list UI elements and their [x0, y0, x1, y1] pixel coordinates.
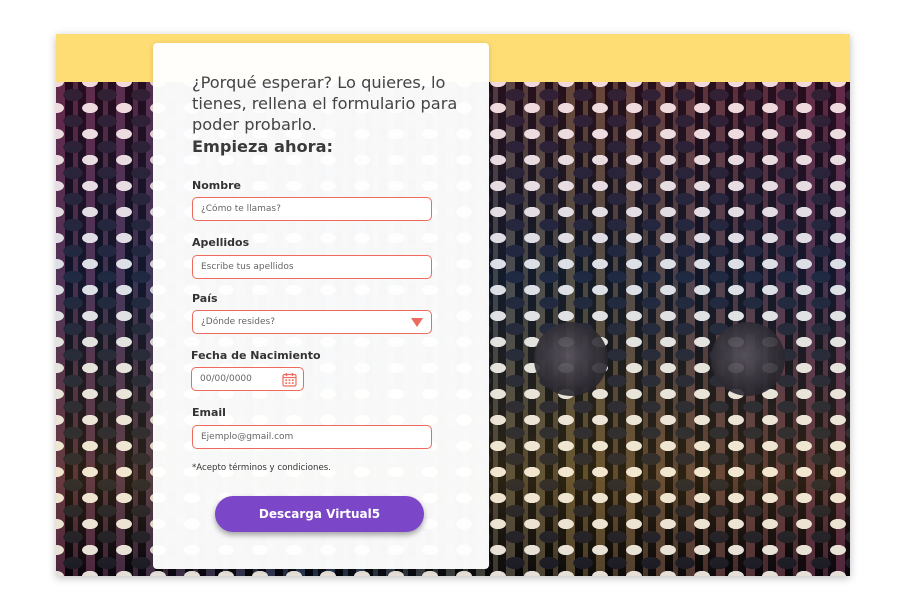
signup-form-card: ¿Porqué esperar? Lo quieres, lo tienes, … — [153, 43, 489, 569]
fecha-field-box — [191, 367, 304, 391]
caret-down-icon — [411, 318, 423, 327]
pattern-eye-left — [534, 322, 608, 396]
nombre-field-box — [192, 197, 432, 221]
form-intro-text: ¿Porqué esperar? Lo quieres, lo tienes, … — [192, 73, 458, 134]
calendar-icon[interactable] — [282, 372, 297, 391]
pais-select[interactable]: ¿Dónde resides? — [192, 310, 432, 334]
fecha-label: Fecha de Nacimiento — [191, 349, 321, 362]
nombre-label: Nombre — [192, 179, 241, 192]
terms-text[interactable]: *Acepto términos y condiciones. — [192, 463, 331, 473]
pattern-eye-right — [711, 322, 785, 396]
download-submit-button[interactable]: Descarga Virtual5 — [215, 496, 424, 532]
apellidos-field-box — [192, 255, 432, 279]
email-field-box — [192, 425, 432, 449]
form-intro-heading: Empieza ahora: — [192, 137, 333, 156]
pais-select-value: ¿Dónde resides? — [201, 317, 275, 327]
apellidos-input[interactable] — [193, 256, 431, 278]
nombre-input[interactable] — [193, 198, 431, 220]
email-input[interactable] — [193, 426, 431, 448]
apellidos-label: Apellidos — [192, 236, 250, 249]
email-label: Email — [192, 406, 226, 419]
pais-label: País — [192, 292, 218, 305]
